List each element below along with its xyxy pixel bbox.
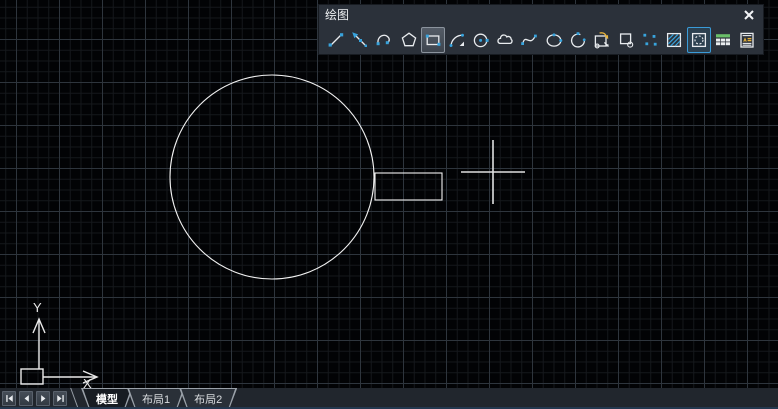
layout-tab-bar: 模型 布局1 布局2 [0, 388, 778, 409]
circle-tool-icon[interactable] [469, 27, 493, 53]
close-icon[interactable] [740, 7, 758, 23]
tab-model-label: 模型 [96, 391, 118, 407]
polygon-tool-icon[interactable] [397, 27, 421, 53]
ellipse-tool-icon[interactable] [542, 27, 566, 53]
spline-tool-icon[interactable] [517, 27, 541, 53]
cad-application-window: Y X 绘图 [0, 0, 778, 409]
first-tab-icon[interactable] [2, 391, 16, 406]
table-tool-icon[interactable] [711, 27, 735, 53]
tab-layout2[interactable]: 布局2 [179, 388, 237, 409]
draw-toolbar-titlebar[interactable]: 绘图 [319, 5, 763, 25]
crosshair-cursor [461, 140, 525, 204]
draw-toolbar-tools [319, 25, 763, 54]
insert-block-tool-icon[interactable] [590, 27, 614, 53]
tab-navigation [0, 388, 70, 409]
revision-cloud-tool-icon[interactable] [493, 27, 517, 53]
ucs-y-label: Y [33, 300, 42, 315]
draw-toolbar: 绘图 [318, 4, 764, 55]
tab-bar-divider [70, 388, 79, 409]
tab-layout1-label: 布局1 [142, 391, 170, 407]
rectangle-tool-icon[interactable] [421, 27, 445, 53]
gradient-tool-icon[interactable] [687, 27, 711, 53]
drawing-canvas[interactable]: Y X [0, 0, 778, 388]
tab-model[interactable]: 模型 [81, 388, 133, 409]
draw-toolbar-title: 绘图 [325, 5, 349, 25]
make-block-tool-icon[interactable] [614, 27, 638, 53]
ucs-x-label: X [83, 376, 92, 388]
ucs-icon [21, 319, 97, 384]
canvas-geometry: Y X [0, 0, 778, 388]
construction-line-tool-icon[interactable] [348, 27, 372, 53]
ellipse-arc-tool-icon[interactable] [566, 27, 590, 53]
arc-tool-icon[interactable] [445, 27, 469, 53]
last-tab-icon[interactable] [53, 391, 67, 406]
drawn-rectangle [375, 173, 442, 200]
hatch-tool-icon[interactable] [662, 27, 686, 53]
line-tool-icon[interactable] [324, 27, 348, 53]
next-tab-icon[interactable] [36, 391, 50, 406]
tab-layout2-label: 布局2 [194, 391, 222, 407]
tab-strip: 模型 布局1 布局2 [81, 388, 237, 409]
multiline-text-tool-icon[interactable] [735, 27, 759, 53]
polyline-tool-icon[interactable] [372, 27, 396, 53]
drawn-circle [170, 75, 374, 279]
point-tool-icon[interactable] [638, 27, 662, 53]
tab-layout1[interactable]: 布局1 [127, 388, 185, 409]
previous-tab-icon[interactable] [19, 391, 33, 406]
